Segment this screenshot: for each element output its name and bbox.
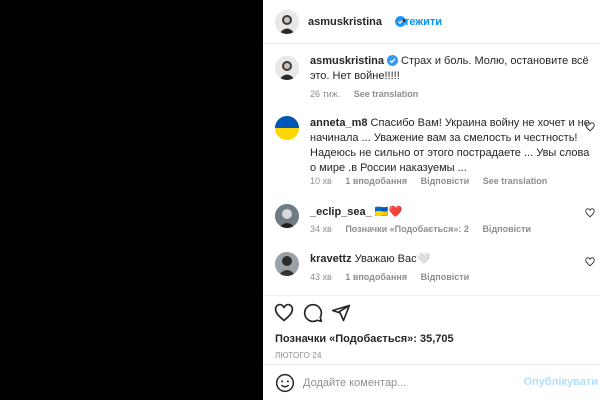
comment-meta: 43 хв 1 вподобання Відповісти (310, 272, 480, 282)
paper-plane-icon[interactable] (331, 303, 351, 323)
like-comment-icon[interactable] (585, 257, 595, 267)
follow-button[interactable]: Стежити (396, 16, 442, 28)
avatar[interactable] (275, 116, 299, 140)
see-translation-link[interactable]: See translation (483, 176, 548, 186)
comment-likes[interactable]: 1 вподобання (345, 272, 407, 282)
emoji-icon[interactable] (275, 373, 295, 393)
like-comment-icon[interactable] (585, 208, 595, 218)
caption-text-block: asmuskristina Страх и боль. Молю, остано… (310, 54, 595, 84)
publish-button[interactable]: Опублікувати (524, 376, 598, 388)
caption-author[interactable]: asmuskristina (310, 55, 384, 67)
comment-text-block: _eclip_sea_ 🇺🇦❤️ (310, 205, 595, 220)
verified-icon (386, 55, 398, 66)
comment-meta: 34 хв Позначки «Подобається»: 2 Відповіс… (310, 224, 542, 234)
comment-item: anneta_m8 Спасибо Вам! Украина войну не … (263, 112, 600, 192)
post-side-panel: asmuskristina • Стежити asmuskristina Ст… (263, 0, 600, 400)
caption-meta: 26 тиж. See translation (310, 89, 429, 99)
comment-text-block: kravettz Уважаю Вас🤍 (310, 252, 595, 267)
reply-button[interactable]: Відповісти (421, 272, 470, 282)
comment-likes[interactable]: 1 вподобання (345, 176, 407, 186)
reply-button[interactable]: Відповісти (482, 224, 531, 234)
post-author[interactable]: asmuskristina (308, 16, 382, 28)
post-date[interactable]: ЛЮТОГО 24 (275, 351, 322, 360)
comment-time[interactable]: 43 хв (310, 272, 332, 282)
avatar[interactable] (275, 252, 299, 276)
comment-text: 🇺🇦❤️ (374, 206, 403, 218)
comment-time[interactable]: 34 хв (310, 224, 332, 234)
comment-author[interactable]: _eclip_sea_ (310, 206, 372, 218)
reply-button[interactable]: Відповісти (421, 176, 470, 186)
comment-author[interactable]: kravettz (310, 253, 352, 265)
avatar[interactable] (275, 10, 299, 34)
post-media[interactable] (0, 0, 263, 400)
comment-text-block: anneta_m8 Спасибо Вам! Украина войну не … (310, 116, 595, 176)
comment-likes[interactable]: Позначки «Подобається»: 2 (345, 224, 469, 234)
comment-item: kravettz Уважаю Вас🤍 43 хв 1 вподобання … (263, 247, 600, 287)
post-actions (263, 295, 600, 325)
comment-time[interactable]: 10 хв (310, 176, 332, 186)
avatar[interactable] (275, 204, 299, 228)
add-comment-bar: Опублікувати (263, 364, 600, 400)
caption: asmuskristina Страх и боль. Молю, остано… (263, 44, 600, 104)
comment-author[interactable]: anneta_m8 (310, 117, 367, 129)
add-comment-input[interactable] (303, 374, 533, 392)
comment-text: Уважаю Вас🤍 (354, 253, 431, 265)
heart-outline-icon[interactable] (274, 303, 294, 323)
caption-time[interactable]: 26 тиж. (310, 89, 340, 99)
avatar[interactable] (275, 56, 299, 80)
post-header: asmuskristina • Стежити (263, 0, 600, 44)
comment-item: _eclip_sea_ 🇺🇦❤️ 34 хв Позначки «Подобає… (263, 198, 600, 238)
see-translation-link[interactable]: See translation (354, 89, 419, 99)
like-comment-icon[interactable] (585, 122, 595, 132)
comment-meta: 10 хв 1 вподобання Відповісти See transl… (310, 176, 558, 186)
likes-count[interactable]: Позначки «Подобається»: 35,705 (275, 333, 454, 345)
comment-bubble-icon[interactable] (303, 303, 323, 323)
